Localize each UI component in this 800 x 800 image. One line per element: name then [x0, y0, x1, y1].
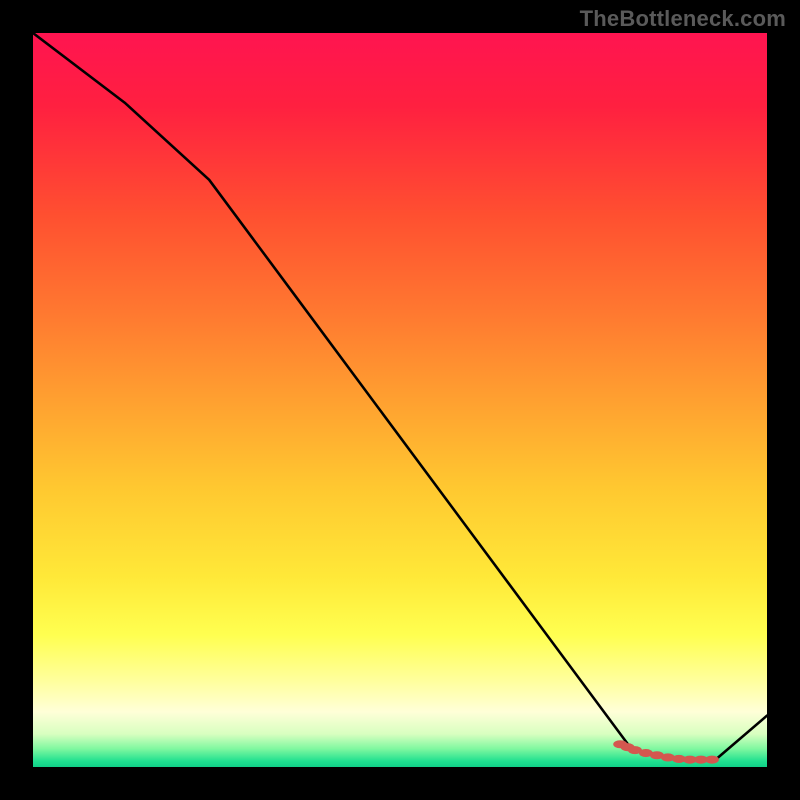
watermark-text: TheBottleneck.com — [580, 6, 786, 32]
chart-frame: TheBottleneck.com — [0, 0, 800, 800]
marker-group — [613, 740, 719, 763]
plot-area — [33, 33, 767, 767]
marker-layer — [33, 33, 767, 767]
marker-dot — [705, 756, 719, 764]
